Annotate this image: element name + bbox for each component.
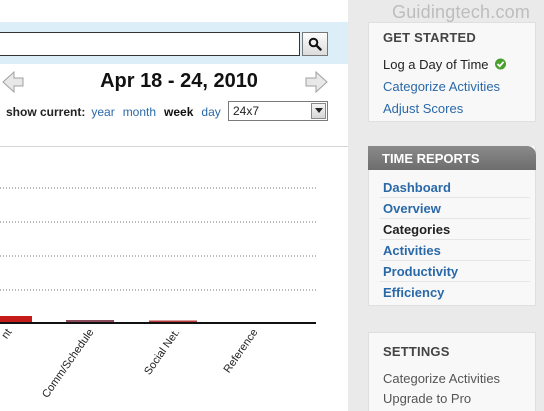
divider (380, 260, 530, 261)
adjust-scores-link[interactable]: Adjust Scores (383, 101, 463, 116)
settings-categorize-activities-link[interactable]: Categorize Activities (383, 371, 500, 386)
period-year-link[interactable]: year (91, 105, 114, 119)
chart-x-labels: nt Comm/Schedule Social Net. Reference (0, 327, 260, 401)
divider (380, 218, 530, 219)
report-categories-current: Categories (383, 222, 451, 237)
x-label-0: nt (0, 327, 14, 341)
watermark: Guidingtech.com (392, 2, 531, 22)
period-week-current: week (164, 105, 194, 119)
time-range-value: 24x7 (233, 104, 260, 118)
bar-nt (0, 316, 32, 322)
get-started-heading: GET STARTED (383, 30, 476, 45)
chart-bars (0, 316, 197, 322)
settings-heading: SETTINGS (383, 344, 450, 359)
chart-gridlines (0, 187, 316, 291)
x-label-1: Comm/Schedule (40, 327, 96, 401)
report-activities-link[interactable]: Activities (383, 243, 441, 258)
categorize-activities-link[interactable]: Categorize Activities (383, 79, 500, 94)
category-chart: nt Comm/Schedule Social Net. Reference (0, 187, 316, 401)
green-check-icon (495, 58, 507, 70)
period-month-link[interactable]: month (123, 105, 156, 119)
right-arrow-icon (305, 70, 328, 94)
divider (380, 197, 530, 198)
show-current-label: show current: (6, 105, 86, 119)
report-overview-link[interactable]: Overview (383, 201, 441, 216)
divider (380, 239, 530, 240)
report-dashboard-link[interactable]: Dashboard (383, 180, 451, 195)
search-button[interactable] (302, 32, 328, 56)
content-divider (0, 146, 348, 147)
period-day-link[interactable]: day (201, 105, 220, 119)
time-range-select[interactable]: 24x7 (228, 101, 328, 121)
left-arrow-icon (2, 70, 24, 94)
date-range-title: Apr 18 - 24, 2010 (100, 70, 258, 92)
bar-Comm/Schedule (66, 320, 114, 322)
upgrade-to-pro-link[interactable]: Upgrade to Pro (383, 391, 471, 406)
time-reports-header: TIME REPORTS (368, 146, 536, 170)
magnifier-icon (308, 37, 322, 51)
x-label-3: Reference (222, 327, 261, 375)
bar-Social Net. (149, 320, 197, 322)
search-input[interactable] (0, 32, 300, 56)
chevron-down-icon[interactable] (311, 103, 326, 119)
previous-week-button[interactable] (2, 70, 24, 99)
next-week-button[interactable] (304, 70, 328, 99)
report-productivity-link[interactable]: Productivity (383, 264, 458, 279)
divider (380, 281, 530, 282)
log-day-of-time-link[interactable]: Log a Day of Time (383, 57, 507, 72)
time-reports-heading: TIME REPORTS (382, 151, 480, 166)
report-efficiency-link[interactable]: Efficiency (383, 285, 444, 300)
period-selector: show current: year month week day (6, 103, 229, 121)
x-label-2: Social Net. (142, 327, 182, 377)
